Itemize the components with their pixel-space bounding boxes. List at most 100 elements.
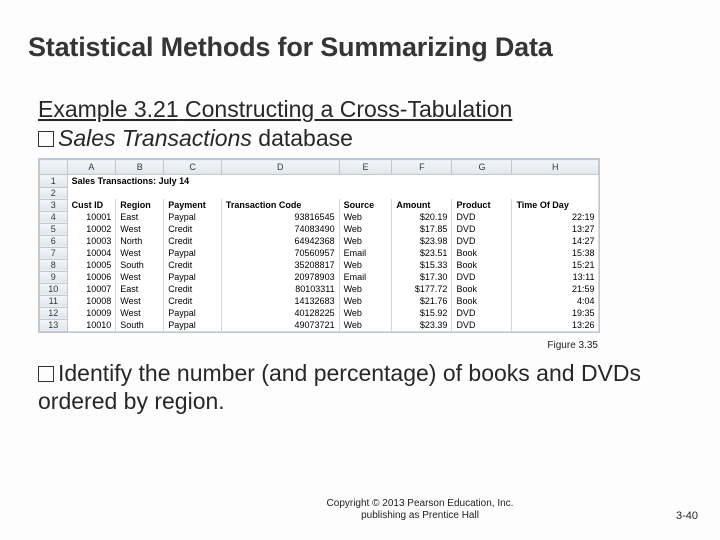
sheet-row-2: 2 <box>40 187 599 199</box>
example-rest: Constructing a Cross-Tabulation <box>179 96 513 122</box>
cell-amount: $15.92 <box>392 307 452 319</box>
cell-custid: 10010 <box>67 319 116 331</box>
table-row: 710004WestPaypal70560957Email$23.51Book1… <box>40 247 599 259</box>
copyright-line2: publishing as Prentice Hall <box>120 510 720 522</box>
cell-amount: $17.85 <box>392 223 452 235</box>
cell-region: West <box>116 307 164 319</box>
bullet1-italic: Sales Transactions <box>58 125 252 151</box>
rownum: 2 <box>40 187 68 199</box>
cell-product: Book <box>452 295 512 307</box>
spreadsheet: A B C D E F G H 1 Sales Transactions: Ju… <box>38 158 600 333</box>
rownum: 8 <box>40 259 68 271</box>
cell-product: DVD <box>452 235 512 247</box>
hdr-region: Region <box>116 199 164 211</box>
example-heading: Example 3.21 Constructing a Cross-Tabula… <box>38 96 512 123</box>
cell-payment: Credit <box>164 259 222 271</box>
cell-time: 13:27 <box>512 223 599 235</box>
slide-title: Statistical Methods for Summarizing Data <box>28 32 553 63</box>
sheet-title-cell: Sales Transactions: July 14 <box>67 175 598 188</box>
figure-caption: Figure 3.35 <box>547 340 598 351</box>
hdr-product: Product <box>452 199 512 211</box>
rownum: 5 <box>40 223 68 235</box>
square-bullet-icon <box>38 366 54 382</box>
cell-payment: Credit <box>164 283 222 295</box>
bullet1-rest: database <box>252 125 353 151</box>
cell-payment: Credit <box>164 223 222 235</box>
corner-cell <box>40 160 68 175</box>
cell-time: 14:27 <box>512 235 599 247</box>
cell-payment: Paypal <box>164 307 222 319</box>
col-A: A <box>67 160 116 175</box>
cell-amount: $20.19 <box>392 211 452 223</box>
rownum: 12 <box>40 307 68 319</box>
cell-source: Email <box>339 247 392 259</box>
cell-time: 4:04 <box>512 295 599 307</box>
rownum: 4 <box>40 211 68 223</box>
cell-custid: 10001 <box>67 211 116 223</box>
cell-time: 22:19 <box>512 211 599 223</box>
cell-custid: 10002 <box>67 223 116 235</box>
rownum: 9 <box>40 271 68 283</box>
cell-amount: $177.72 <box>392 283 452 295</box>
cell-amount: $21.76 <box>392 295 452 307</box>
cell-custid: 10004 <box>67 247 116 259</box>
table-row: 1210009WestPaypal40128225Web$15.92DVD19:… <box>40 307 599 319</box>
col-B: B <box>116 160 164 175</box>
rownum: 10 <box>40 283 68 295</box>
sheet-header-row: 3 Cust ID Region Payment Transaction Cod… <box>40 199 599 211</box>
sheet-row-1: 1 Sales Transactions: July 14 <box>40 175 599 188</box>
bullet-sales-transactions: Sales Transactions database <box>38 125 353 152</box>
cell-code: 80103311 <box>221 283 339 295</box>
cell-code: 40128225 <box>221 307 339 319</box>
cell-time: 21:59 <box>512 283 599 295</box>
cell-time: 13:11 <box>512 271 599 283</box>
cell-time: 19:35 <box>512 307 599 319</box>
cell-time: 13:26 <box>512 319 599 331</box>
cell-product: DVD <box>452 319 512 331</box>
example-label: Example 3.21 <box>38 96 179 122</box>
table-row: 910006WestPaypal20978903Email$17.30DVD13… <box>40 271 599 283</box>
hdr-payment: Payment <box>164 199 222 211</box>
cell-region: South <box>116 319 164 331</box>
cell-time: 15:38 <box>512 247 599 259</box>
cell-code: 35208817 <box>221 259 339 271</box>
copyright-line1: Copyright © 2013 Pearson Education, Inc. <box>120 498 720 510</box>
rownum: 13 <box>40 319 68 331</box>
hdr-source: Source <box>339 199 392 211</box>
cell-amount: $23.98 <box>392 235 452 247</box>
cell-region: West <box>116 247 164 259</box>
cell-region: East <box>116 283 164 295</box>
cell-amount: $23.51 <box>392 247 452 259</box>
hdr-amount: Amount <box>392 199 452 211</box>
cell-amount: $23.39 <box>392 319 452 331</box>
table-row: 1110008WestCredit14132683Web$21.76Book4:… <box>40 295 599 307</box>
table-row: 810005SouthCredit35208817Web$15.33Book15… <box>40 259 599 271</box>
cell-source: Email <box>339 271 392 283</box>
cell-product: DVD <box>452 271 512 283</box>
cell-product: DVD <box>452 307 512 319</box>
cell-source: Web <box>339 295 392 307</box>
cell-custid: 10003 <box>67 235 116 247</box>
cell-region: South <box>116 259 164 271</box>
cell-custid: 10005 <box>67 259 116 271</box>
cell-code: 64942368 <box>221 235 339 247</box>
cell-product: Book <box>452 259 512 271</box>
cell-product: Book <box>452 283 512 295</box>
slide-number: 3-40 <box>676 510 698 522</box>
cell-payment: Paypal <box>164 247 222 259</box>
cell-source: Web <box>339 259 392 271</box>
cell-source: Web <box>339 235 392 247</box>
spreadsheet-table: A B C D E F G H 1 Sales Transactions: Ju… <box>39 159 599 332</box>
cell-amount: $15.33 <box>392 259 452 271</box>
table-row: 410001EastPaypal93816545Web$20.19DVD22:1… <box>40 211 599 223</box>
cell-custid: 10008 <box>67 295 116 307</box>
hdr-code: Transaction Code <box>221 199 339 211</box>
cell-region: West <box>116 271 164 283</box>
cell-product: DVD <box>452 223 512 235</box>
bullet-identify: Identify the number (and percentage) of … <box>38 360 678 415</box>
cell-region: East <box>116 211 164 223</box>
hdr-time: Time Of Day <box>512 199 599 211</box>
rownum: 7 <box>40 247 68 259</box>
col-H: H <box>512 160 599 175</box>
rownum: 6 <box>40 235 68 247</box>
